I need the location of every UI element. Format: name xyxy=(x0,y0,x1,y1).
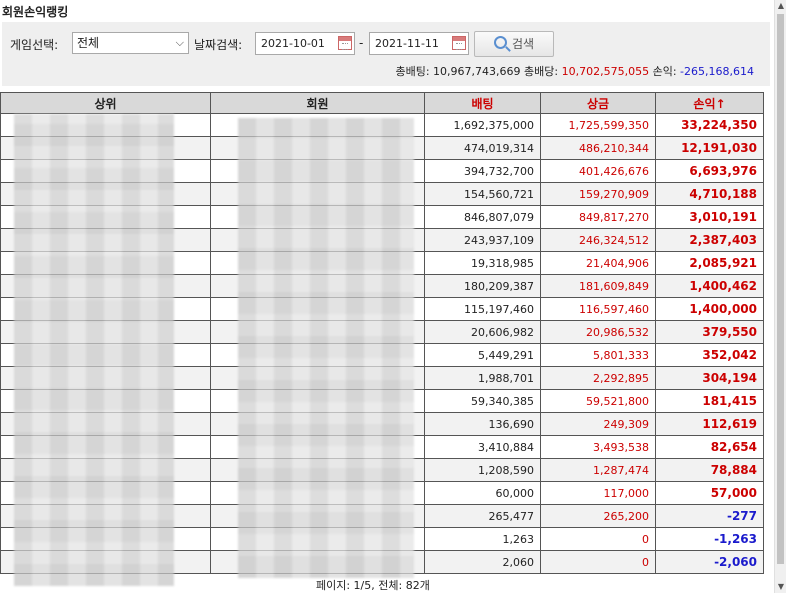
bet-cell: 60,000 xyxy=(424,481,541,505)
search-button[interactable]: 검색 xyxy=(474,31,554,57)
column-header-win[interactable]: 상금 xyxy=(540,92,656,114)
pl-cell: 4,710,188 xyxy=(655,182,764,206)
pl-cell: 3,010,191 xyxy=(655,205,764,229)
date-search-label: 날짜검색: xyxy=(194,38,243,52)
bet-cell: 154,560,721 xyxy=(424,182,541,206)
date-to-value: 2021-11-11 xyxy=(375,37,439,50)
win-cell: 249,309 xyxy=(540,412,656,436)
win-cell: 5,801,333 xyxy=(540,343,656,367)
bet-cell: 19,318,985 xyxy=(424,251,541,275)
date-separator: - xyxy=(359,36,364,50)
bet-cell: 1,988,701 xyxy=(424,366,541,390)
scroll-up-icon[interactable]: ▲ xyxy=(775,0,786,12)
win-cell: 401,426,676 xyxy=(540,159,656,183)
bet-cell: 5,449,291 xyxy=(424,343,541,367)
bet-cell: 3,410,884 xyxy=(424,435,541,459)
total-pl-value: -265,168,614 xyxy=(680,65,754,78)
win-cell: 486,210,344 xyxy=(540,136,656,160)
pl-cell: 352,042 xyxy=(655,343,764,367)
column-header-bet[interactable]: 배팅 xyxy=(424,92,541,114)
win-cell: 59,521,800 xyxy=(540,389,656,413)
bet-cell: 180,209,387 xyxy=(424,274,541,298)
win-cell: 0 xyxy=(540,527,656,551)
calendar-icon[interactable] xyxy=(452,36,466,50)
date-from-field[interactable]: 2021-10-01 xyxy=(255,32,355,55)
bet-cell: 1,692,375,000 xyxy=(424,113,541,137)
date-from-value: 2021-10-01 xyxy=(261,37,325,50)
pl-cell: -277 xyxy=(655,504,764,528)
bet-cell: 2,060 xyxy=(424,550,541,574)
win-cell: 3,493,538 xyxy=(540,435,656,459)
table-header-row: 상위 회원 배팅 상금 손익↑ xyxy=(0,92,764,114)
pl-cell: 181,415 xyxy=(655,389,764,413)
win-cell: 265,200 xyxy=(540,504,656,528)
win-cell: 2,292,895 xyxy=(540,366,656,390)
pl-cell: 304,194 xyxy=(655,366,764,390)
total-pl-label: 손익: xyxy=(652,65,677,78)
pl-cell: 1,400,462 xyxy=(655,274,764,298)
pl-cell: 78,884 xyxy=(655,458,764,482)
win-cell: 181,609,849 xyxy=(540,274,656,298)
bet-cell: 1,263 xyxy=(424,527,541,551)
scrollbar-thumb[interactable] xyxy=(777,14,784,564)
win-cell: 849,817,270 xyxy=(540,205,656,229)
column-header-member[interactable]: 회원 xyxy=(210,92,425,114)
pagination-info: 페이지: 1/5, 전체: 82개 xyxy=(316,579,430,592)
bet-cell: 265,477 xyxy=(424,504,541,528)
search-panel: 게임선택: 전체 ⌵ 날짜검색: 2021-10-01 - 2021-11-11… xyxy=(2,22,770,86)
bet-cell: 20,606,982 xyxy=(424,320,541,344)
total-bet-value: 10,967,743,669 xyxy=(433,65,521,78)
win-cell: 1,287,474 xyxy=(540,458,656,482)
search-icon xyxy=(493,36,507,49)
bet-cell: 59,340,385 xyxy=(424,389,541,413)
column-header-pl[interactable]: 손익↑ xyxy=(655,92,764,114)
win-cell: 116,597,460 xyxy=(540,297,656,321)
game-select-label: 게임선택: xyxy=(10,38,59,52)
pl-cell: 2,085,921 xyxy=(655,251,764,275)
pl-cell: 57,000 xyxy=(655,481,764,505)
totals-summary: 총배팅: 10,967,743,669 총배당: 10,702,575,055 … xyxy=(395,63,754,79)
calendar-icon[interactable] xyxy=(338,36,352,50)
scroll-down-icon[interactable]: ▼ xyxy=(775,581,786,593)
pl-cell: 6,693,976 xyxy=(655,159,764,183)
bet-cell: 1,208,590 xyxy=(424,458,541,482)
win-cell: 21,404,906 xyxy=(540,251,656,275)
pl-cell: 2,387,403 xyxy=(655,228,764,252)
bet-cell: 474,019,314 xyxy=(424,136,541,160)
game-select-value: 전체 xyxy=(77,36,100,50)
column-header-parent[interactable]: 상위 xyxy=(0,92,211,114)
total-win-label: 총배당: xyxy=(524,65,559,78)
win-cell: 117,000 xyxy=(540,481,656,505)
pl-cell: -1,263 xyxy=(655,527,764,551)
pl-cell: 82,654 xyxy=(655,435,764,459)
total-win-value: 10,702,575,055 xyxy=(561,65,650,78)
bet-cell: 115,197,460 xyxy=(424,297,541,321)
pl-cell: 379,550 xyxy=(655,320,764,344)
win-cell: 159,270,909 xyxy=(540,182,656,206)
pl-cell: 1,400,000 xyxy=(655,297,764,321)
game-select[interactable]: 전체 ⌵ xyxy=(72,32,189,54)
main-content: 회원손익랭킹 게임선택: 전체 ⌵ 날짜검색: 2021-10-01 - 202… xyxy=(0,0,774,593)
search-button-label: 검색 xyxy=(511,37,535,51)
pl-cell: 12,191,030 xyxy=(655,136,764,160)
redacted-parent-column xyxy=(14,114,174,586)
win-cell: 1,725,599,350 xyxy=(540,113,656,137)
total-bet-label: 총배팅: xyxy=(395,65,430,78)
win-cell: 20,986,532 xyxy=(540,320,656,344)
win-cell: 0 xyxy=(540,550,656,574)
pl-cell: 112,619 xyxy=(655,412,764,436)
bet-cell: 394,732,700 xyxy=(424,159,541,183)
date-to-field[interactable]: 2021-11-11 xyxy=(369,32,469,55)
pl-cell: 33,224,350 xyxy=(655,113,764,137)
redacted-member-column xyxy=(238,118,414,578)
chevron-down-icon: ⌵ xyxy=(175,36,184,49)
bet-cell: 846,807,079 xyxy=(424,205,541,229)
bet-cell: 136,690 xyxy=(424,412,541,436)
pl-cell: -2,060 xyxy=(655,550,764,574)
bet-cell: 243,937,109 xyxy=(424,228,541,252)
win-cell: 246,324,512 xyxy=(540,228,656,252)
page-title: 회원손익랭킹 xyxy=(2,5,69,19)
vertical-scrollbar[interactable]: ▲ ▼ xyxy=(774,0,786,593)
